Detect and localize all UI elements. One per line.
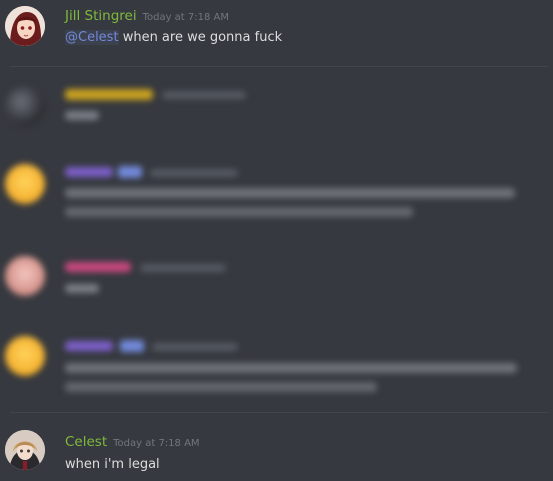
message-content: when are we gonna fuck [118,30,283,45]
blurred-avatar [5,256,45,296]
blurred-message [0,158,553,228]
blurred-author [65,262,131,272]
message-timestamp: Today at 7:18 AM [113,438,200,449]
blurred-message [0,250,553,310]
blurred-bot-badge [120,340,144,352]
anime-girl-avatar-icon [5,6,45,46]
blurred-text [65,207,413,217]
message-divider [10,66,548,67]
blurred-author [65,167,113,177]
author-name-text[interactable]: Jill Stingrei [65,8,137,24]
blurred-timestamp [152,343,238,351]
message-divider [10,412,548,413]
message-text: @Celest when are we gonna fuck [65,30,282,45]
blurred-text [65,188,515,198]
blurred-text [65,363,517,373]
blurred-message [0,330,553,402]
author-name-text[interactable]: Celest [65,434,107,450]
blurred-bot-badge [118,166,142,178]
user-mention[interactable]: @Celest [65,30,119,45]
blurred-text [65,284,99,293]
blurred-author [65,89,153,100]
blurred-emoji-avatar [5,164,45,204]
blurred-emoji-avatar [5,336,45,376]
author-name[interactable]: Celest Today at 7:18 AM [65,434,200,450]
message-timestamp: Today at 7:18 AM [142,12,230,23]
message-content: when i'm legal [65,457,160,472]
message-text: when i'm legal [65,457,160,472]
avatar-celest[interactable] [5,430,45,470]
avatar-jill[interactable] [5,6,45,46]
blurred-message [0,80,553,140]
blurred-timestamp [162,91,246,99]
blurred-text [65,382,377,392]
blurred-author [65,341,113,351]
blurred-text [65,111,99,120]
author-name[interactable]: Jill Stingrei Today at 7:18 AM [65,8,229,24]
blurred-timestamp [140,264,226,272]
message-celest: Celest Today at 7:18 AM when i'm legal [0,424,553,481]
blurred-avatar [5,86,45,126]
message-jill: Jill Stingrei Today at 7:18 AM @Celest wh… [0,0,553,62]
blurred-timestamp [150,169,238,177]
anime-character-avatar-icon [5,430,45,470]
